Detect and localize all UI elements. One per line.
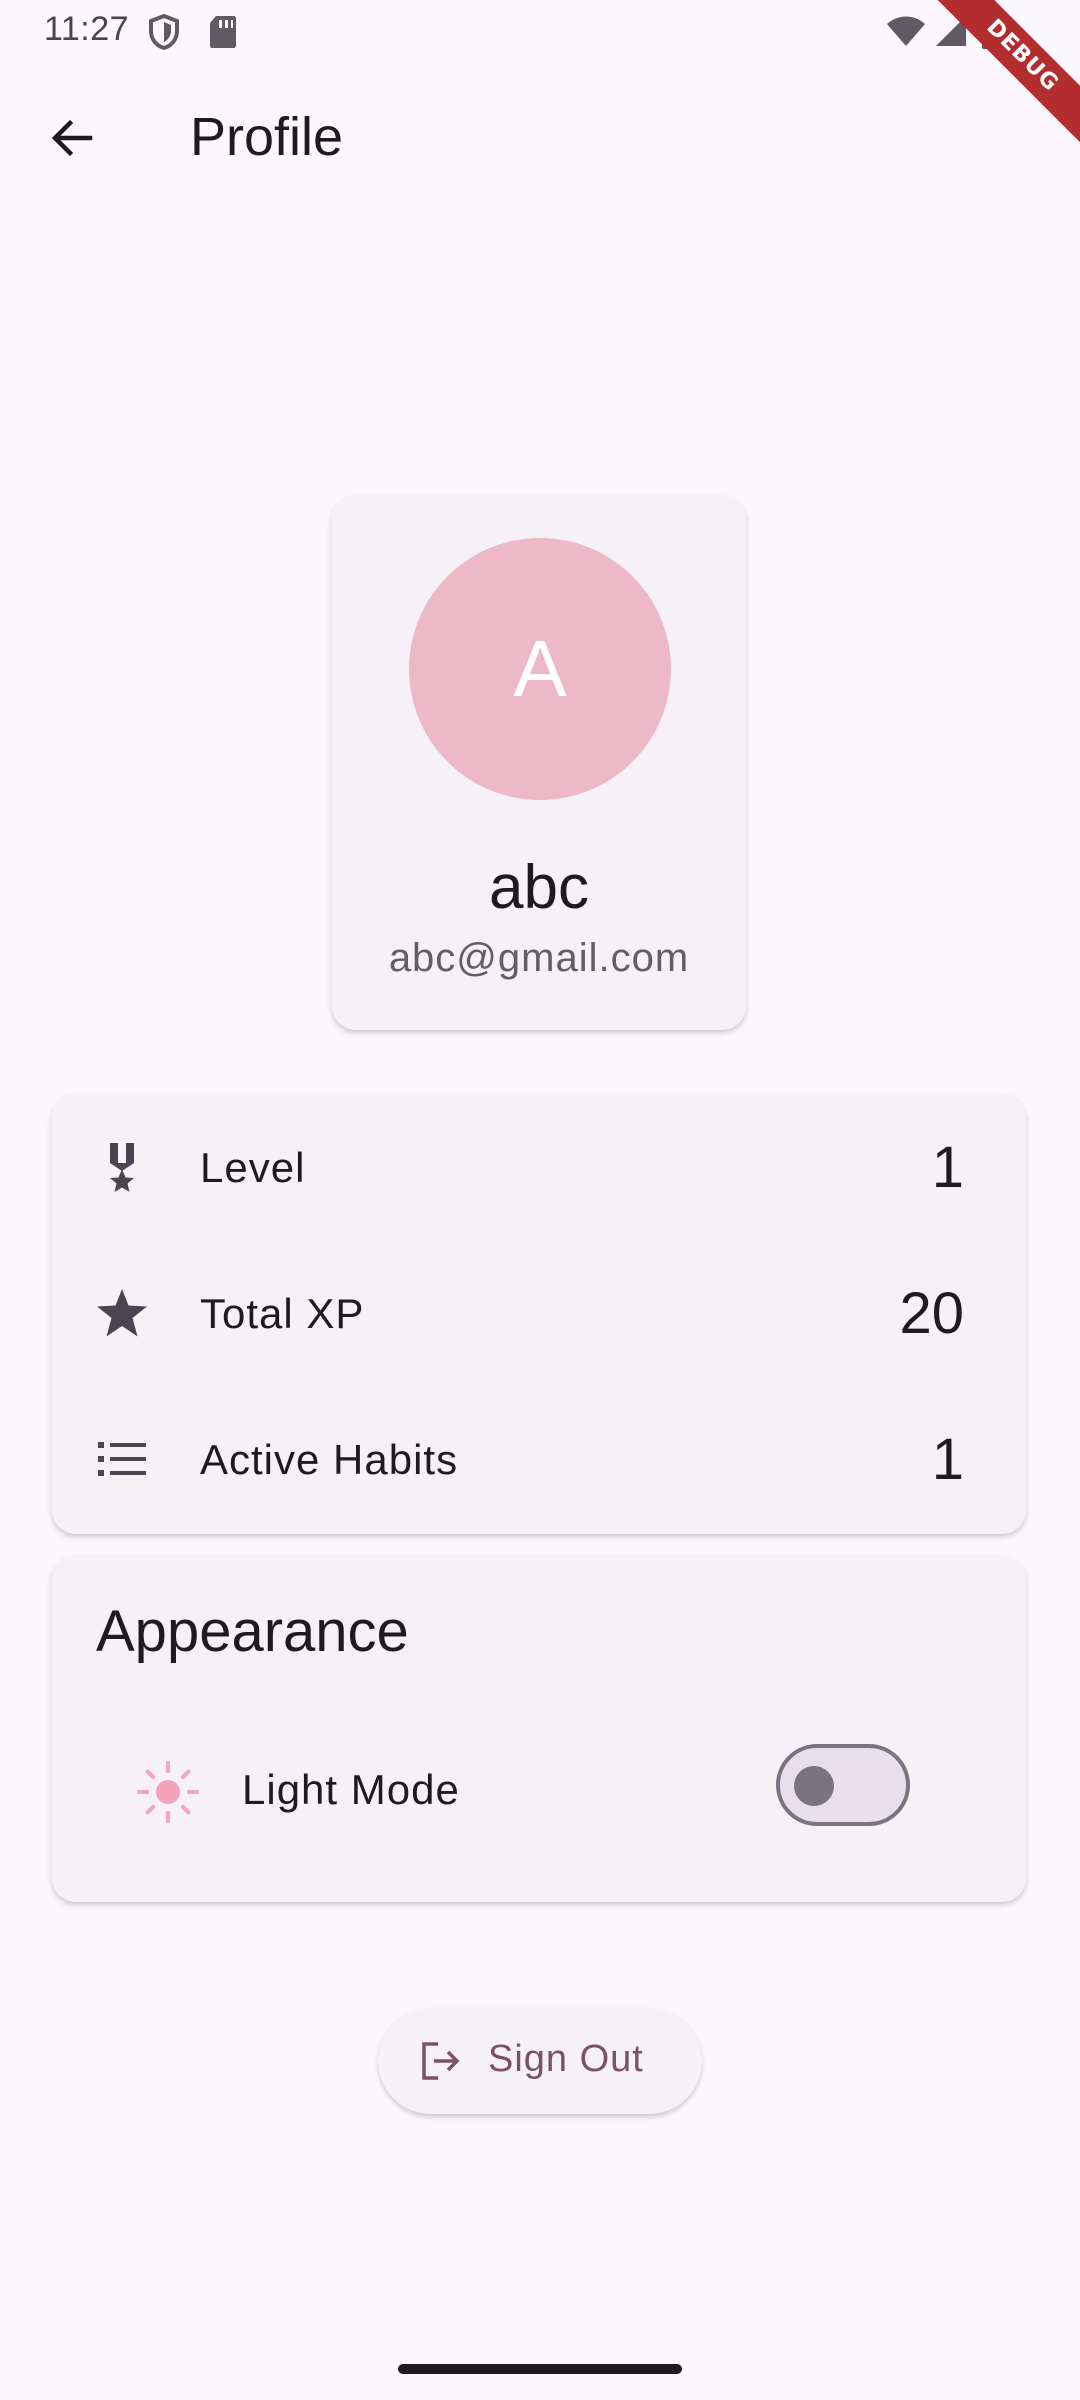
star-icon [97,1289,147,1337]
appearance-card: Appearance Light Mode [52,1556,1026,1902]
profile-card: A abc abc@gmail.com [332,496,746,1030]
stat-label: Level [200,1144,306,1191]
arrow-back-icon [51,119,93,157]
list-icon [98,1442,146,1476]
avatar: A [409,538,671,800]
status-time: 11:27 [44,10,130,48]
shield-icon [149,14,179,50]
stat-value: 20 [899,1281,964,1346]
sd-card-icon [210,16,236,48]
status-bar: 11:27 [0,0,1080,64]
stat-row-total-xp: Total XP 20 [52,1240,1026,1386]
stat-row-level: Level 1 [52,1094,1026,1240]
gesture-nav-bar[interactable] [398,2364,682,2374]
light-mode-label: Light Mode [242,1766,460,1813]
sign-out-label: Sign Out [488,2038,644,2080]
logout-icon [422,2042,460,2080]
stat-value: 1 [931,1135,964,1200]
signal-icon [936,16,966,46]
stat-label: Active Habits [200,1436,459,1483]
stats-card: Level 1 Total XP 20 Active Habits 1 [52,1094,1026,1534]
section-title: Appearance [96,1599,409,1664]
stat-label: Total XP [200,1290,365,1337]
sign-out-button[interactable]: Sign Out [378,2008,702,2114]
stat-row-active-habits: Active Habits 1 [52,1386,1026,1532]
battery-icon [982,13,1000,49]
light-mode-toggle[interactable] [776,1744,910,1826]
profile-name: abc [489,853,589,922]
stat-value: 1 [931,1427,964,1492]
page-title: Profile [190,107,344,167]
back-button[interactable] [36,102,108,174]
toggle-thumb [794,1766,834,1806]
profile-email: abc@gmail.com [388,936,690,980]
wifi-icon [887,16,925,46]
sun-icon [137,1761,199,1823]
app-bar: Profile [0,64,1080,210]
military-medal-icon [110,1143,134,1192]
